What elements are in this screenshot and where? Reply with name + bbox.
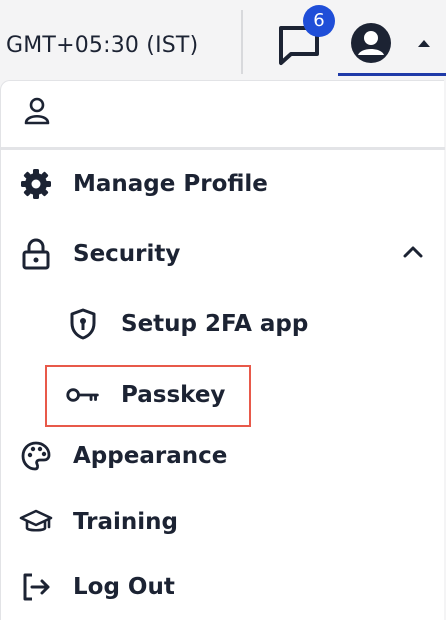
divider xyxy=(241,10,243,74)
notification-badge: 6 xyxy=(303,5,335,37)
menu-item-log-out[interactable]: Log Out xyxy=(1,559,445,615)
menu-item-label: Training xyxy=(73,509,179,535)
logout-icon xyxy=(19,572,53,602)
gear-icon xyxy=(19,169,53,199)
menu-item-passkey[interactable]: Passkey xyxy=(49,367,249,423)
active-indicator xyxy=(338,73,446,76)
palette-icon xyxy=(19,441,53,471)
menu-item-label: Log Out xyxy=(73,574,175,600)
top-bar: GMT+05:30 (IST) 6 xyxy=(0,0,446,76)
key-icon xyxy=(66,380,100,410)
menu-item-setup-2fa[interactable]: Setup 2FA app xyxy=(1,296,445,352)
lock-icon xyxy=(19,238,53,270)
menu-item-label: Setup 2FA app xyxy=(121,311,309,337)
menu-item-security[interactable]: Security xyxy=(1,226,445,282)
user-avatar-icon xyxy=(351,23,391,63)
menu-item-label: Manage Profile xyxy=(73,171,268,197)
person-icon xyxy=(24,97,50,125)
user-menu-trigger[interactable] xyxy=(338,14,444,76)
menu-item-label: Appearance xyxy=(73,443,228,469)
shield-icon xyxy=(66,308,100,340)
menu-header xyxy=(1,81,445,150)
menu-item-appearance[interactable]: Appearance xyxy=(1,428,445,484)
menu-item-manage-profile[interactable]: Manage Profile xyxy=(1,156,445,212)
menu-item-label: Security xyxy=(73,241,181,267)
chevron-up-icon xyxy=(403,246,423,258)
menu-item-training[interactable]: Training xyxy=(1,494,445,550)
menu-item-label: Passkey xyxy=(121,382,226,408)
user-dropdown-menu: Manage Profile Security Setup 2FA app Pa… xyxy=(0,80,445,620)
caret-up-icon xyxy=(418,40,430,47)
timezone-label: GMT+05:30 (IST) xyxy=(6,33,199,58)
graduation-cap-icon xyxy=(19,507,53,537)
